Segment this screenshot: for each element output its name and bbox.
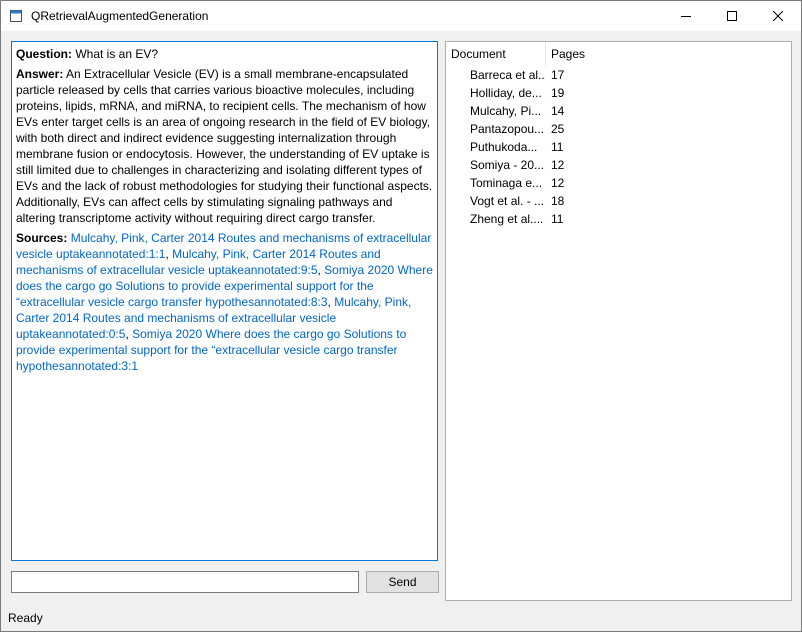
cell-document: Mulcahy, Pi... <box>470 104 542 118</box>
main-window: QRetrievalAugmentedGeneration Question: … <box>0 0 802 632</box>
table-row[interactable]: Pantazopou... 25 <box>446 120 791 138</box>
table-header: Document Pages <box>446 42 791 66</box>
close-button[interactable] <box>755 1 801 31</box>
minimize-icon <box>681 11 691 21</box>
cell-document: Puthukoda... <box>470 140 538 154</box>
column-header-pages[interactable]: Pages <box>546 42 791 66</box>
cell-document: Vogt et al. - ... <box>470 194 545 208</box>
cell-pages: 17 <box>551 68 565 82</box>
cell-document: Pantazopou... <box>470 122 545 136</box>
cell-pages: 19 <box>551 86 565 100</box>
table-row[interactable]: Puthukoda... 11 <box>446 138 791 156</box>
message-input[interactable] <box>11 571 359 593</box>
cell-document: Somiya - 20... <box>470 158 545 172</box>
answer-text: An Extracellular Vesicle (EV) is a small… <box>16 67 433 225</box>
sources-label: Sources: <box>16 231 68 245</box>
cell-document: Barreca et al... <box>470 68 546 82</box>
app-window-icon <box>10 10 22 22</box>
table-row[interactable]: Holliday, de... 19 <box>446 84 791 102</box>
send-button[interactable]: Send <box>366 571 439 593</box>
cell-document: Tominaga e... <box>470 176 543 190</box>
documents-table[interactable]: Document Pages Barreca et al... 17 Hollid… <box>445 41 792 601</box>
cell-pages: 14 <box>551 104 565 118</box>
cell-pages: 18 <box>551 194 565 208</box>
table-row[interactable]: Mulcahy, Pi... 14 <box>446 102 791 120</box>
table-body: Barreca et al... 17 Holliday, de... 19 Mul… <box>446 66 791 228</box>
table-row[interactable]: Barreca et al... 17 <box>446 66 791 84</box>
cell-pages: 12 <box>551 176 565 190</box>
question-label: Question: <box>16 47 72 61</box>
table-row[interactable]: Zheng et al.... 11 <box>446 210 791 228</box>
sources-line: Sources: Mulcahy, Pink, Carter 2014 Rout… <box>16 230 433 374</box>
table-row[interactable]: Vogt et al. - ... 18 <box>446 192 791 210</box>
column-header-document[interactable]: Document <box>446 42 546 66</box>
window-title: QRetrievalAugmentedGeneration <box>31 9 209 23</box>
cell-pages: 25 <box>551 122 565 136</box>
answer-line: Answer: An Extracellular Vesicle (EV) is… <box>16 66 433 226</box>
cell-document: Holliday, de... <box>470 86 542 100</box>
cell-pages: 11 <box>551 140 564 154</box>
table-row[interactable]: Tominaga e... 12 <box>446 174 791 192</box>
question-text: What is an EV? <box>72 47 159 61</box>
cell-document: Zheng et al.... <box>470 212 544 226</box>
question-line: Question: What is an EV? <box>16 46 433 62</box>
answer-label: Answer: <box>16 67 64 81</box>
status-bar-text: Ready <box>8 611 43 625</box>
maximize-button[interactable] <box>709 1 755 31</box>
cell-pages: 11 <box>551 212 564 226</box>
cell-pages: 12 <box>551 158 565 172</box>
minimize-button[interactable] <box>663 1 709 31</box>
chat-output[interactable]: Question: What is an EV? Answer: An Extr… <box>11 41 438 561</box>
maximize-icon <box>727 11 737 21</box>
table-row[interactable]: Somiya - 20... 12 <box>446 156 791 174</box>
close-icon <box>773 11 783 21</box>
title-bar[interactable]: QRetrievalAugmentedGeneration <box>1 1 801 31</box>
